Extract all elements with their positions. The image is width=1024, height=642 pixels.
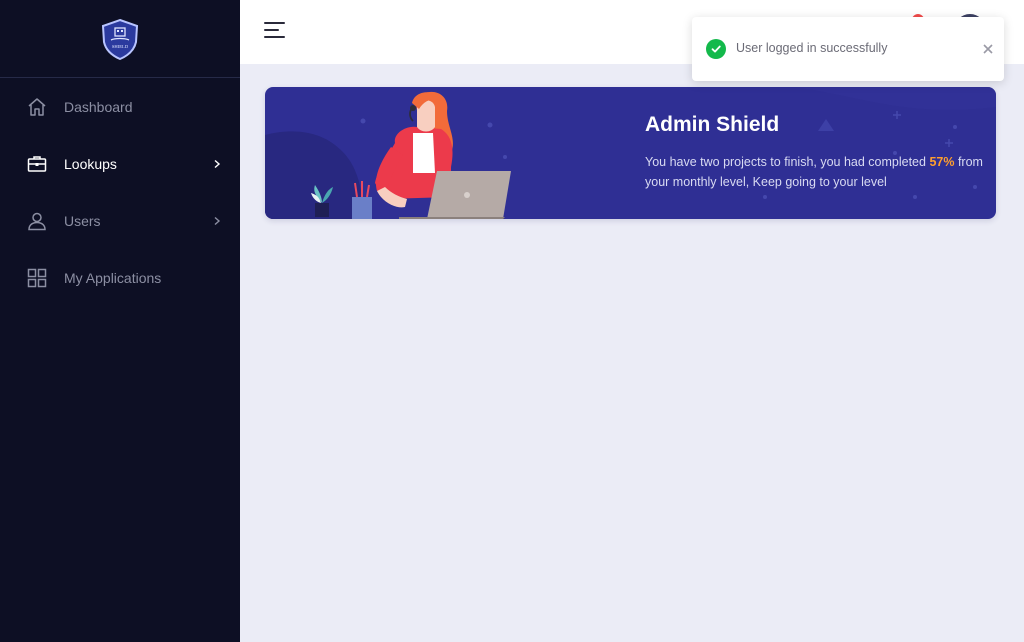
shield-logo[interactable]: SHIELD — [100, 18, 140, 60]
logo-area: SHIELD — [0, 0, 240, 78]
grid-icon — [27, 268, 47, 288]
chevron-right-icon — [214, 159, 221, 168]
sidebar-item-label: My Applications — [64, 269, 162, 286]
banner-text-start: You have two projects to finish, you had… — [645, 155, 930, 169]
banner-text: You have two projects to finish, you had… — [645, 152, 985, 192]
sidebar-item-lookups[interactable]: Lookups — [0, 135, 240, 192]
sidebar-item-label: Dashboard — [64, 98, 133, 115]
logo-text: SHIELD — [112, 44, 129, 49]
briefcase-icon — [27, 154, 47, 174]
chevron-right-icon — [214, 216, 221, 225]
home-icon — [27, 97, 47, 117]
sidebar-item-dashboard[interactable]: Dashboard — [0, 78, 240, 135]
close-icon[interactable] — [982, 43, 994, 55]
sidebar-item-my-applications[interactable]: My Applications — [0, 249, 240, 306]
sidebar-item-label: Lookups — [64, 155, 117, 172]
check-circle-icon — [706, 39, 726, 59]
toast-message: User logged in successfully — [736, 41, 888, 55]
user-icon — [27, 211, 47, 231]
hamburger-icon[interactable] — [264, 22, 286, 42]
banner-title: Admin Shield — [645, 113, 780, 136]
sidebar-item-users[interactable]: Users — [0, 192, 240, 249]
sidebar: SHIELD Dashboard Lookups Users My Applic… — [0, 0, 240, 642]
welcome-banner: Admin Shield You have two projects to fi… — [265, 87, 996, 219]
completion-percent: 57% — [929, 155, 955, 169]
success-toast: User logged in successfully — [692, 17, 1004, 81]
sidebar-nav: Dashboard Lookups Users My Applications — [0, 78, 240, 306]
sidebar-item-label: Users — [64, 212, 101, 229]
